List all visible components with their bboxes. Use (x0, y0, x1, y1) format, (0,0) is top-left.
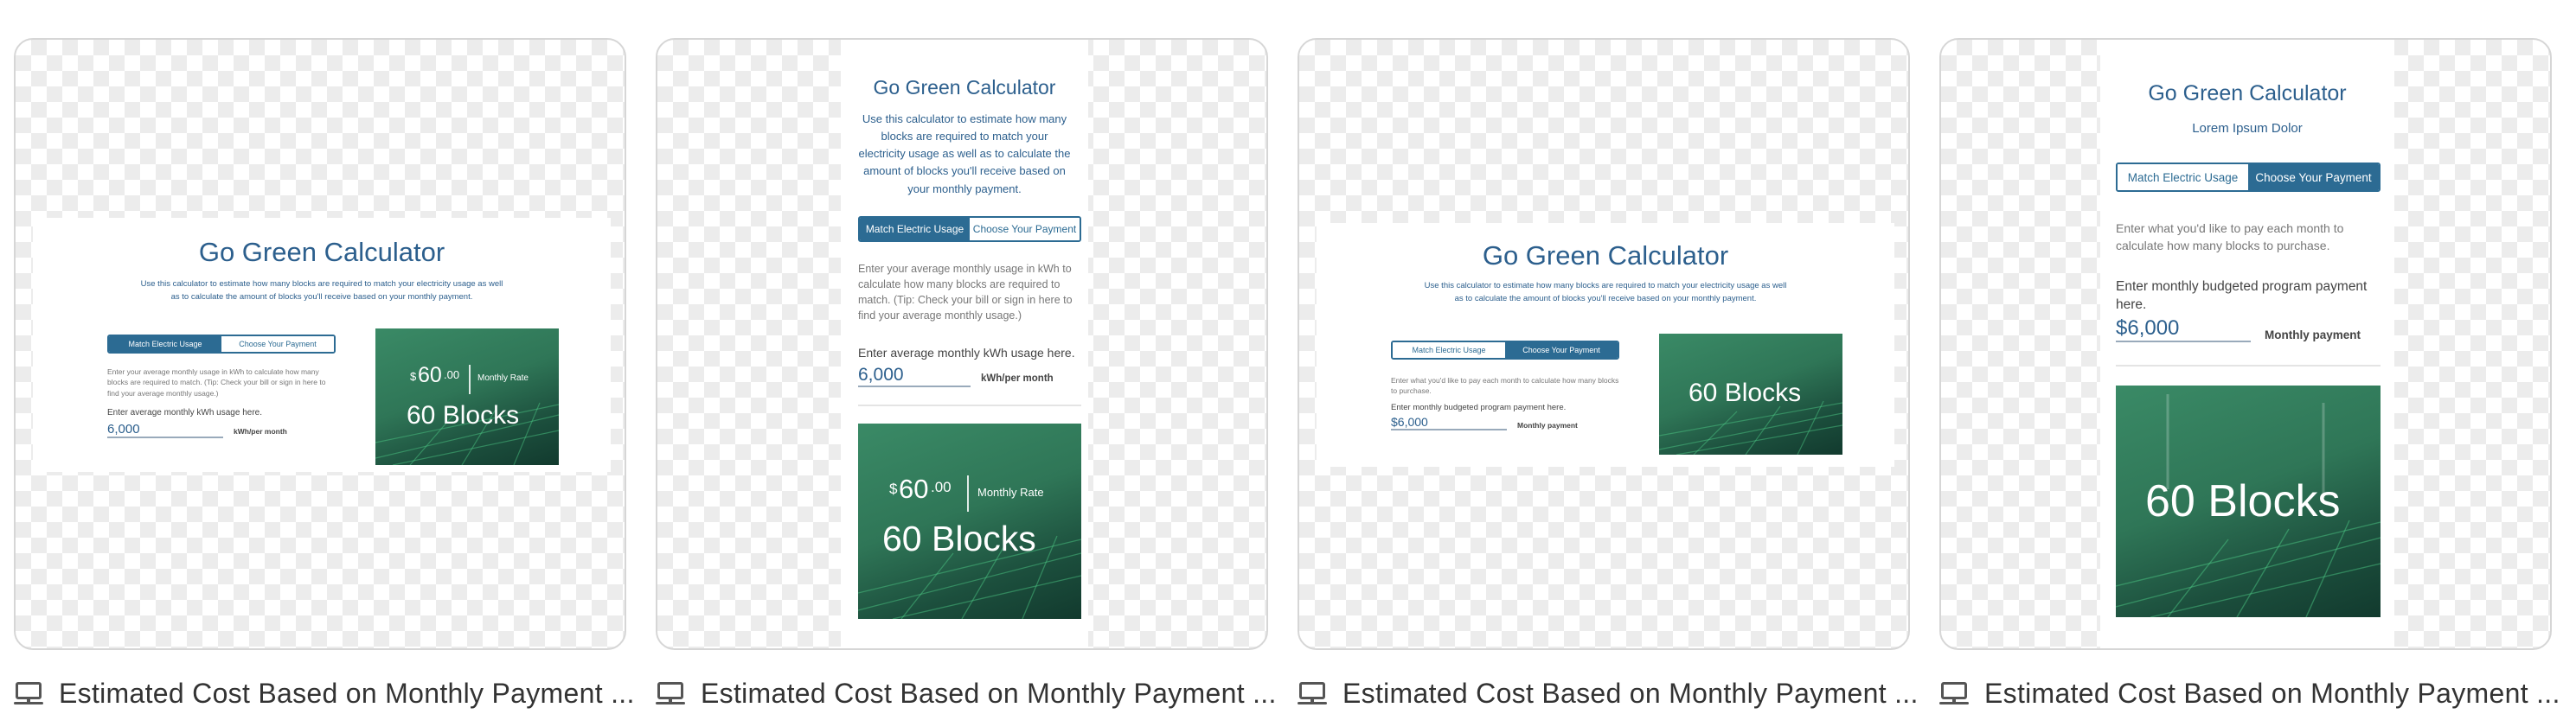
rate-currency: $ (889, 481, 898, 497)
tab-match-electric-usage[interactable]: Match Electric Usage (109, 336, 221, 352)
divider (2116, 365, 2381, 367)
calculator-panel: Go Green Calculator Use this calculator … (841, 40, 1088, 648)
card-caption-text: Estimated Cost Based on Monthly Payment … (1984, 677, 2560, 709)
tab-choose-your-payment[interactable]: Choose Your Payment (2248, 164, 2379, 190)
usage-input[interactable]: 6,000 (858, 365, 971, 387)
card-caption-1[interactable]: Estimated Cost Based on Monthly Payment … (14, 674, 654, 712)
calculator-title: Go Green Calculator (1482, 240, 1729, 271)
solar-panel-graphic (375, 402, 559, 465)
preview-card-2[interactable]: Go Green Calculator Use this calculator … (656, 38, 1268, 650)
mode-tabs: Match Electric Usage Choose Your Payment (107, 335, 336, 354)
blocks-result: 60 Blocks (407, 401, 520, 430)
calculator-panel: Go Green Calculator Use this calculator … (33, 218, 611, 472)
calculator-panel: Go Green Calculator Use this calculator … (1317, 223, 1894, 467)
card-caption-text: Estimated Cost Based on Monthly Payment … (701, 677, 1277, 709)
card-caption-4[interactable]: Estimated Cost Based on Monthly Payment … (1939, 674, 2576, 712)
tab-match-electric-usage[interactable]: Match Electric Usage (860, 218, 970, 240)
usage-input[interactable]: 6,000 (107, 422, 223, 438)
payment-label: Enter monthly budgeted program payment h… (2116, 279, 2368, 312)
desktop-icon (1939, 680, 1969, 706)
calculator-description: Use this calculator to estimate how many… (858, 112, 1071, 195)
rate-amount: 60 (899, 474, 929, 504)
calculator-description: Use this calculator to estimate how many… (1424, 281, 1787, 303)
mode-tabs: Match Electric Usage Choose Your Payment (858, 216, 1081, 242)
card-caption-text: Estimated Cost Based on Monthly Payment … (59, 677, 635, 709)
usage-label: Enter average monthly kWh usage here. (107, 408, 262, 418)
tab-match-electric-usage[interactable]: Match Electric Usage (1393, 342, 1505, 358)
payment-input[interactable]: $6,000 (1391, 415, 1507, 430)
usage-help-text: Enter your average monthly usage in kWh … (858, 263, 1073, 322)
calculator-subtitle: Lorem Ipsum Dolor (2192, 121, 2303, 136)
mode-tabs: Match Electric Usage Choose Your Payment (2116, 163, 2381, 192)
rate-cents: .00 (444, 368, 460, 381)
payment-label: Enter monthly budgeted program payment h… (1391, 403, 1567, 412)
tab-match-electric-usage[interactable]: Match Electric Usage (2118, 164, 2248, 190)
card-caption-text: Estimated Cost Based on Monthly Payment … (1342, 677, 1919, 709)
rate-currency: $ (410, 370, 417, 383)
blocks-result: 60 Blocks (2145, 476, 2341, 526)
result-tile: 60 Blocks (1659, 334, 1842, 455)
usage-unit: kWh/per month (981, 373, 1054, 384)
rate-label: Monthly Rate (477, 373, 529, 383)
tab-choose-your-payment[interactable]: Choose Your Payment (970, 218, 1080, 240)
rate-cents: .00 (931, 479, 952, 495)
usage-help-text: Enter your average monthly usage in kWh … (107, 367, 326, 398)
payment-help-text: Enter what you'd like to pay each month … (1391, 376, 1619, 396)
result-tile: $ 60 .00 Monthly Rate 60 Blocks (858, 424, 1081, 619)
tab-choose-your-payment[interactable]: Choose Your Payment (1505, 342, 1618, 358)
calculator-title: Go Green Calculator (2148, 81, 2347, 105)
payment-unit: Monthly payment (1517, 421, 1578, 430)
rate-amount: 60 (418, 363, 442, 387)
desktop-icon (656, 680, 685, 706)
blocks-result: 60 Blocks (1688, 379, 1802, 407)
payment-input[interactable]: $6,000 (2116, 316, 2251, 342)
calculator-title: Go Green Calculator (873, 76, 1056, 99)
card-caption-3[interactable]: Estimated Cost Based on Monthly Payment … (1298, 674, 1938, 712)
rate-divider (967, 475, 969, 512)
usage-unit: kWh/per month (234, 427, 287, 436)
calculator-description: Use this calculator to estimate how many… (140, 279, 503, 302)
rate-label: Monthly Rate (977, 486, 1044, 499)
card-caption-2[interactable]: Estimated Cost Based on Monthly Payment … (656, 674, 1296, 712)
calculator-panel: Go Green Calculator Lorem Ipsum Dolor Ma… (2100, 40, 2394, 648)
preview-card-4[interactable]: Go Green Calculator Lorem Ipsum Dolor Ma… (1939, 38, 2552, 650)
rate-divider (469, 365, 471, 394)
preview-card-1[interactable]: Go Green Calculator Use this calculator … (14, 38, 626, 650)
desktop-icon (14, 680, 43, 706)
mode-tabs: Match Electric Usage Choose Your Payment (1391, 341, 1619, 360)
usage-label: Enter average monthly kWh usage here. (858, 346, 1075, 360)
payment-unit: Monthly payment (2265, 328, 2361, 341)
tab-choose-your-payment[interactable]: Choose Your Payment (221, 336, 334, 352)
calculator-title: Go Green Calculator (198, 237, 445, 267)
divider (858, 405, 1081, 406)
result-tile: $ 60 .00 Monthly Rate 60 Blocks (375, 328, 559, 465)
preview-card-3[interactable]: Go Green Calculator Use this calculator … (1298, 38, 1910, 650)
desktop-icon (1298, 680, 1327, 706)
result-tile: 60 Blocks (2116, 386, 2381, 617)
payment-help-text: Enter what you'd like to pay each month … (2116, 221, 2344, 253)
blocks-result: 60 Blocks (882, 519, 1036, 558)
